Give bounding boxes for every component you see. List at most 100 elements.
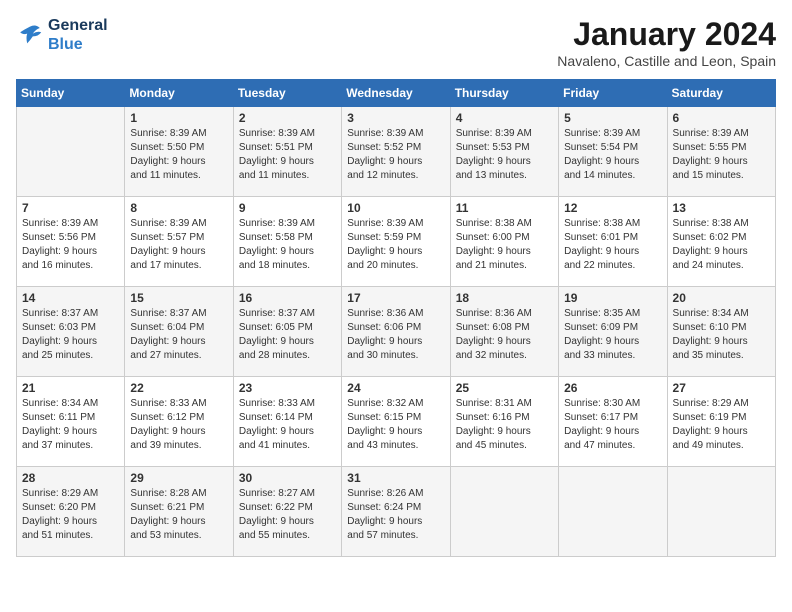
cell-content: Sunrise: 8:33 AMSunset: 6:12 PMDaylight:… [130, 397, 227, 453]
day-number: 7 [22, 201, 119, 215]
cell-content: Sunrise: 8:32 AMSunset: 6:15 PMDaylight:… [347, 397, 444, 453]
calendar-cell: 14 Sunrise: 8:37 AMSunset: 6:03 PMDayligh… [17, 287, 125, 377]
header-thursday: Thursday [450, 80, 558, 107]
cell-content: Sunrise: 8:37 AMSunset: 6:04 PMDaylight:… [130, 307, 227, 363]
cell-content: Sunrise: 8:28 AMSunset: 6:21 PMDaylight:… [130, 487, 227, 543]
calendar-cell: 29Sunrise: 8:28 AMSunset: 6:21 PMDayligh… [125, 467, 233, 557]
logo-icon [16, 21, 44, 49]
header-tuesday: Tuesday [233, 80, 341, 107]
cell-content: Sunrise: 8:39 AMSunset: 5:53 PMDaylight:… [456, 127, 553, 183]
calendar-cell: 20 Sunrise: 8:34 AMSunset: 6:10 PMDayligh… [667, 287, 775, 377]
logo: GeneralBlue [16, 16, 108, 54]
calendar-week-row: 21 Sunrise: 8:34 AMSunset: 6:11 PMDayligh… [17, 377, 776, 467]
calendar-cell [559, 467, 667, 557]
cell-content: Sunrise: 8:37 AMSunset: 6:03 PMDaylight:… [22, 307, 119, 363]
calendar-cell: 9Sunrise: 8:39 AMSunset: 5:58 PMDaylight… [233, 197, 341, 287]
day-number: 15 [130, 291, 227, 305]
calendar-cell: 26Sunrise: 8:30 AMSunset: 6:17 PMDayligh… [559, 377, 667, 467]
calendar-cell [450, 467, 558, 557]
calendar-cell: 16Sunrise: 8:37 AMSunset: 6:05 PMDayligh… [233, 287, 341, 377]
logo-text: GeneralBlue [48, 16, 108, 54]
calendar-cell: 3 Sunrise: 8:39 AMSunset: 5:52 PMDaylight… [342, 107, 450, 197]
header-saturday: Saturday [667, 80, 775, 107]
header: GeneralBlue January 2024 Navaleno, Casti… [16, 16, 776, 69]
day-number: 22 [130, 381, 227, 395]
day-number: 2 [239, 111, 336, 125]
day-number: 8 [130, 201, 227, 215]
day-number: 14 [22, 291, 119, 305]
month-title: January 2024 [557, 16, 776, 53]
cell-content: Sunrise: 8:34 AMSunset: 6:11 PMDaylight:… [22, 397, 119, 453]
calendar-cell: 27 Sunrise: 8:29 AMSunset: 6:19 PMDayligh… [667, 377, 775, 467]
calendar-header-row: SundayMondayTuesdayWednesdayThursdayFrid… [17, 80, 776, 107]
day-number: 4 [456, 111, 553, 125]
calendar-cell: 13 Sunrise: 8:38 AMSunset: 6:02 PMDayligh… [667, 197, 775, 287]
calendar-cell: 19Sunrise: 8:35 AMSunset: 6:09 PMDayligh… [559, 287, 667, 377]
day-number: 24 [347, 381, 444, 395]
calendar-cell: 23Sunrise: 8:33 AMSunset: 6:14 PMDayligh… [233, 377, 341, 467]
day-number: 30 [239, 471, 336, 485]
calendar-table: SundayMondayTuesdayWednesdayThursdayFrid… [16, 79, 776, 557]
calendar-cell: 4 Sunrise: 8:39 AMSunset: 5:53 PMDaylight… [450, 107, 558, 197]
calendar-cell: 22 Sunrise: 8:33 AMSunset: 6:12 PMDayligh… [125, 377, 233, 467]
cell-content: Sunrise: 8:31 AMSunset: 6:16 PMDaylight:… [456, 397, 553, 453]
day-number: 17 [347, 291, 444, 305]
day-number: 20 [673, 291, 770, 305]
cell-content: Sunrise: 8:39 AMSunset: 5:59 PMDaylight:… [347, 217, 444, 273]
day-number: 19 [564, 291, 661, 305]
cell-content: Sunrise: 8:36 AMSunset: 6:06 PMDaylight:… [347, 307, 444, 363]
cell-content: Sunrise: 8:27 AMSunset: 6:22 PMDaylight:… [239, 487, 336, 543]
cell-content: Sunrise: 8:34 AMSunset: 6:10 PMDaylight:… [673, 307, 770, 363]
day-number: 18 [456, 291, 553, 305]
calendar-cell: 28 Sunrise: 8:29 AMSunset: 6:20 PMDayligh… [17, 467, 125, 557]
day-number: 6 [673, 111, 770, 125]
calendar-cell: 18Sunrise: 8:36 AMSunset: 6:08 PMDayligh… [450, 287, 558, 377]
calendar-cell: 15 Sunrise: 8:37 AMSunset: 6:04 PMDayligh… [125, 287, 233, 377]
cell-content: Sunrise: 8:39 AMSunset: 5:56 PMDaylight:… [22, 217, 119, 273]
calendar-cell: 2 Sunrise: 8:39 AMSunset: 5:51 PMDaylight… [233, 107, 341, 197]
day-number: 16 [239, 291, 336, 305]
cell-content: Sunrise: 8:29 AMSunset: 6:19 PMDaylight:… [673, 397, 770, 453]
calendar-cell: 24 Sunrise: 8:32 AMSunset: 6:15 PMDayligh… [342, 377, 450, 467]
header-wednesday: Wednesday [342, 80, 450, 107]
calendar-cell: 5Sunrise: 8:39 AMSunset: 5:54 PMDaylight… [559, 107, 667, 197]
calendar-week-row: 28 Sunrise: 8:29 AMSunset: 6:20 PMDayligh… [17, 467, 776, 557]
day-number: 27 [673, 381, 770, 395]
day-number: 11 [456, 201, 553, 215]
calendar-cell: 10 Sunrise: 8:39 AMSunset: 5:59 PMDayligh… [342, 197, 450, 287]
day-number: 5 [564, 111, 661, 125]
calendar-cell: 1 Sunrise: 8:39 AMSunset: 5:50 PMDaylight… [125, 107, 233, 197]
cell-content: Sunrise: 8:38 AMSunset: 6:02 PMDaylight:… [673, 217, 770, 273]
calendar-cell [17, 107, 125, 197]
title-area: January 2024 Navaleno, Castille and Leon… [557, 16, 776, 69]
calendar-cell: 30 Sunrise: 8:27 AMSunset: 6:22 PMDayligh… [233, 467, 341, 557]
cell-content: Sunrise: 8:39 AMSunset: 5:57 PMDaylight:… [130, 217, 227, 273]
cell-content: Sunrise: 8:39 AMSunset: 5:51 PMDaylight:… [239, 127, 336, 183]
calendar-cell: 31Sunrise: 8:26 AMSunset: 6:24 PMDayligh… [342, 467, 450, 557]
day-number: 26 [564, 381, 661, 395]
day-number: 13 [673, 201, 770, 215]
cell-content: Sunrise: 8:33 AMSunset: 6:14 PMDaylight:… [239, 397, 336, 453]
header-sunday: Sunday [17, 80, 125, 107]
day-number: 3 [347, 111, 444, 125]
cell-content: Sunrise: 8:38 AMSunset: 6:01 PMDaylight:… [564, 217, 661, 273]
calendar-week-row: 14 Sunrise: 8:37 AMSunset: 6:03 PMDayligh… [17, 287, 776, 377]
calendar-cell: 7 Sunrise: 8:39 AMSunset: 5:56 PMDaylight… [17, 197, 125, 287]
calendar-cell: 12 Sunrise: 8:38 AMSunset: 6:01 PMDayligh… [559, 197, 667, 287]
calendar-cell [667, 467, 775, 557]
calendar-cell: 25 Sunrise: 8:31 AMSunset: 6:16 PMDayligh… [450, 377, 558, 467]
calendar-cell: 17 Sunrise: 8:36 AMSunset: 6:06 PMDayligh… [342, 287, 450, 377]
cell-content: Sunrise: 8:39 AMSunset: 5:52 PMDaylight:… [347, 127, 444, 183]
day-number: 12 [564, 201, 661, 215]
day-number: 21 [22, 381, 119, 395]
cell-content: Sunrise: 8:29 AMSunset: 6:20 PMDaylight:… [22, 487, 119, 543]
day-number: 28 [22, 471, 119, 485]
day-number: 10 [347, 201, 444, 215]
day-number: 25 [456, 381, 553, 395]
calendar-cell: 8 Sunrise: 8:39 AMSunset: 5:57 PMDaylight… [125, 197, 233, 287]
calendar-week-row: 7 Sunrise: 8:39 AMSunset: 5:56 PMDaylight… [17, 197, 776, 287]
day-number: 1 [130, 111, 227, 125]
cell-content: Sunrise: 8:39 AMSunset: 5:50 PMDaylight:… [130, 127, 227, 183]
day-number: 9 [239, 201, 336, 215]
location-title: Navaleno, Castille and Leon, Spain [557, 53, 776, 69]
